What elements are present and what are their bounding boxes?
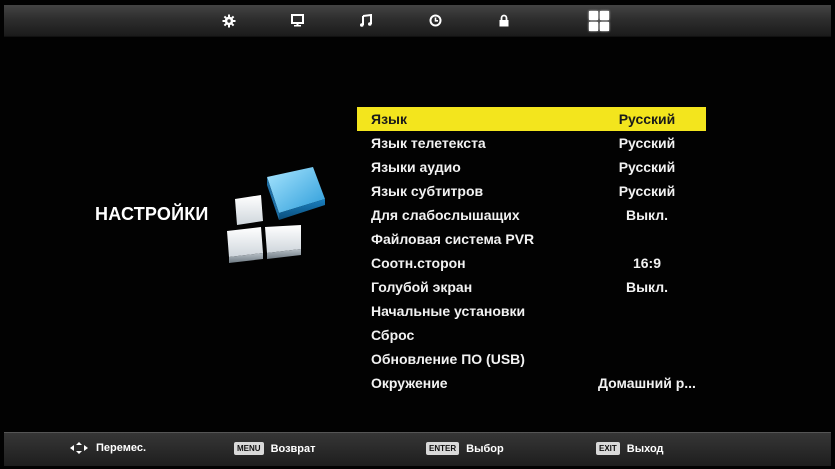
menu-item-hearing-impaired[interactable]: Для слабослышащих Выкл. xyxy=(357,203,706,227)
music-note-icon xyxy=(359,14,372,27)
monitor-icon xyxy=(290,14,304,27)
menu-item-label: Языки аудио xyxy=(371,159,461,175)
menu-item-value: Русский xyxy=(618,111,676,127)
menu-item-label: Для слабослышащих xyxy=(371,207,520,223)
hint-exit-label: Выход xyxy=(626,442,664,455)
tab-settings[interactable] xyxy=(574,5,624,36)
menu-key-icon: MENU xyxy=(234,442,264,455)
menu-item-label: Язык телетекста xyxy=(371,135,486,151)
hint-select: ENTER Выбор xyxy=(426,442,504,455)
hint-exit: EXIT Выход xyxy=(596,442,664,455)
menu-item-value: 16:9 xyxy=(632,255,662,271)
menu-item-label: Язык субтитров xyxy=(371,183,484,199)
menu-item-label: Язык xyxy=(371,111,407,127)
button-hint-bar: Перемес. MENU Возврат ENTER Выбор EXIT В… xyxy=(4,432,831,466)
exit-key-icon: EXIT xyxy=(596,442,620,455)
lock-icon xyxy=(499,14,509,27)
menu-item-blue-screen[interactable]: Голубой экран Выкл. xyxy=(357,275,706,299)
menu-item-value: Выкл. xyxy=(625,279,669,295)
clock-icon xyxy=(429,14,441,27)
arrows-icon xyxy=(70,442,88,454)
menu-item-first-time-setup[interactable]: Начальные установки xyxy=(357,299,706,323)
menu-item-label: Окружение xyxy=(371,375,448,391)
gear-icon xyxy=(222,14,236,27)
menu-item-audio-languages[interactable]: Языки аудио Русский xyxy=(357,155,706,179)
tab-display[interactable] xyxy=(272,5,322,36)
menu-item-aspect-ratio[interactable]: Соотн.сторон 16:9 xyxy=(357,251,706,275)
tab-sound[interactable] xyxy=(340,5,390,36)
settings-menu: Язык Русский Язык телетекста Русский Язы… xyxy=(357,107,706,395)
menu-item-value: Русский xyxy=(618,183,676,199)
tab-lock[interactable] xyxy=(479,5,529,36)
settings-cubes-icon xyxy=(227,167,325,263)
hint-move-label: Перемес. xyxy=(96,442,146,454)
menu-item-subtitle-language[interactable]: Язык субтитров Русский xyxy=(357,179,706,203)
menu-item-value: Русский xyxy=(618,159,676,175)
tab-time[interactable] xyxy=(410,5,460,36)
tab-picture-settings[interactable] xyxy=(204,5,254,36)
menu-item-label: Файловая система PVR xyxy=(371,231,535,247)
page-title: НАСТРОЙКИ xyxy=(95,204,209,224)
hint-back: MENU Возврат xyxy=(234,442,316,455)
menu-item-teletext-language[interactable]: Язык телетекста Русский xyxy=(357,131,706,155)
menu-item-label: Начальные установки xyxy=(371,303,526,319)
menu-item-label: Сброс xyxy=(371,327,415,343)
grid-icon xyxy=(589,10,609,31)
hint-select-label: Выбор xyxy=(466,442,504,455)
menu-item-label: Соотн.сторон xyxy=(371,255,466,271)
menu-item-reset[interactable]: Сброс xyxy=(357,323,706,347)
menu-item-pvr-file-system[interactable]: Файловая система PVR xyxy=(357,227,706,251)
menu-item-value: Русский xyxy=(618,135,676,151)
menu-item-value: Выкл. xyxy=(625,207,669,223)
menu-item-environment[interactable]: Окружение Домашний р... xyxy=(357,371,706,395)
menu-item-value: Домашний р... xyxy=(598,375,696,391)
menu-item-label: Голубой экран xyxy=(371,279,473,295)
menu-item-label: Обновление ПО (USB) xyxy=(371,351,525,367)
enter-key-icon: ENTER xyxy=(426,442,460,455)
hint-move: Перемес. xyxy=(70,442,146,454)
menu-item-language[interactable]: Язык Русский xyxy=(357,107,706,131)
category-tab-bar xyxy=(4,5,831,37)
tv-settings-screen: НАСТРОЙКИ Язык Русский Язык телетекста Р… xyxy=(0,0,835,469)
menu-item-software-update[interactable]: Обновление ПО (USB) xyxy=(357,347,706,371)
hint-back-label: Возврат xyxy=(270,442,316,455)
